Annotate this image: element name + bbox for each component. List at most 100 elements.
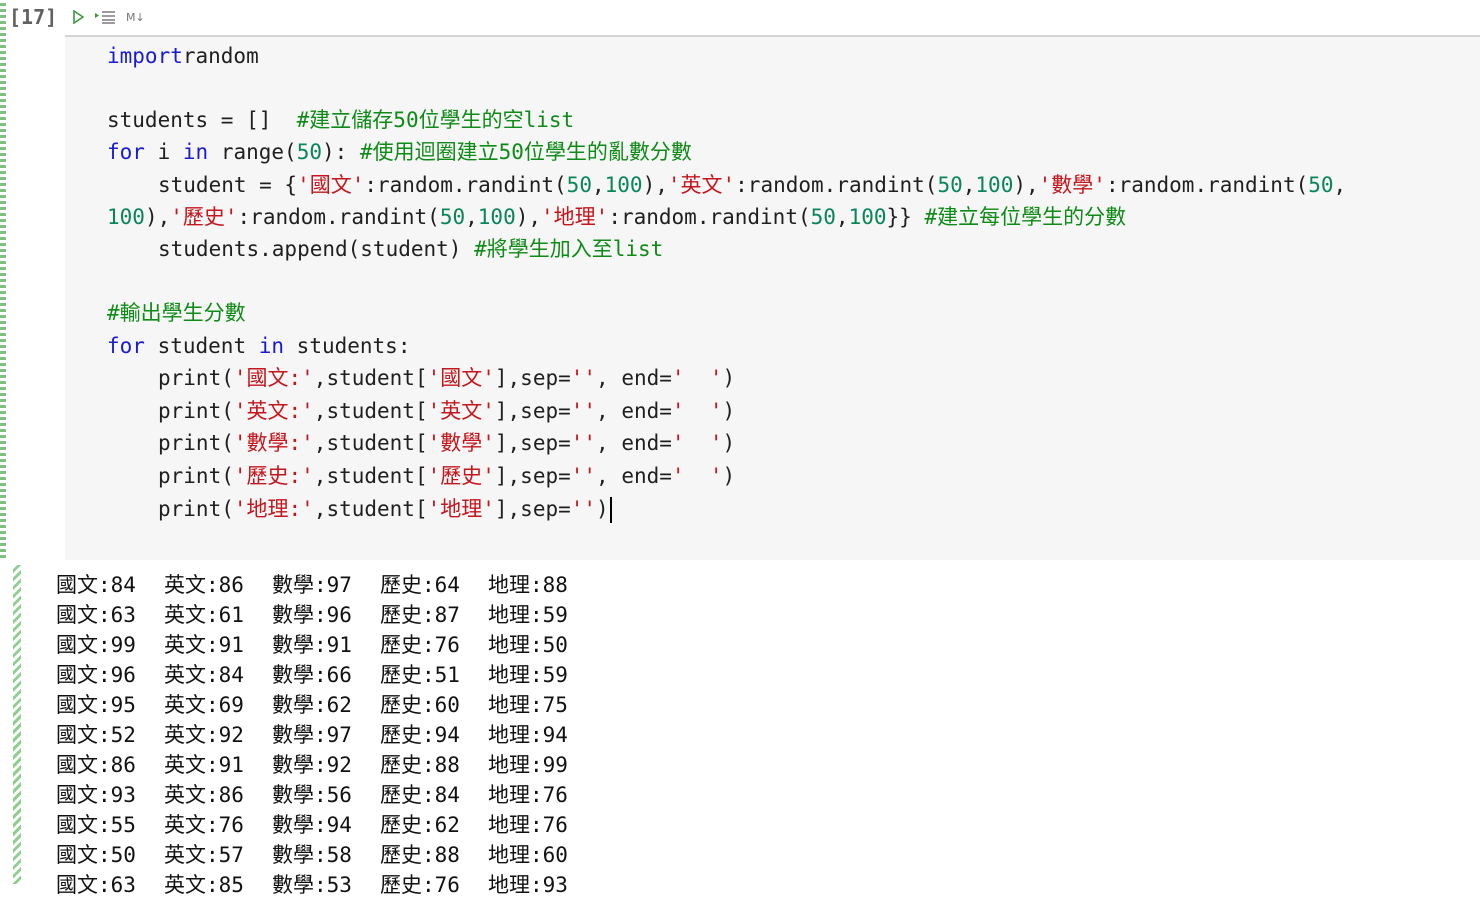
code-line: print('英文:',student['英文'],sep='', end=' … xyxy=(158,395,735,427)
code-token: ' ' xyxy=(671,366,723,390)
output-score: 英文:91 xyxy=(164,633,244,657)
code-token: '' xyxy=(570,464,597,488)
output-score: 國文:50 xyxy=(56,843,136,867)
code-token: '地理' xyxy=(427,497,495,521)
output-row: 國文:63 英文:85 數學:53 歷史:76 地理:93 xyxy=(56,870,596,900)
code-token: for xyxy=(107,334,145,358)
output-score: 歷史:76 xyxy=(380,633,460,657)
output-score: 地理:60 xyxy=(488,843,568,867)
output-score: 歷史:87 xyxy=(380,603,460,627)
code-token: #將學生加入至list xyxy=(474,237,664,261)
code-line: importrandom xyxy=(107,40,259,72)
code-token: ): xyxy=(321,140,360,164)
output-score: 地理:88 xyxy=(488,573,568,597)
cell-output: 國文:84 英文:86 數學:97 歷史:64 地理:88 國文:63 英文:61 數學:96… xyxy=(56,570,596,900)
code-token: ],sep= xyxy=(494,399,571,423)
code-token: 100 xyxy=(107,205,145,229)
output-score: 國文:95 xyxy=(56,693,136,717)
code-token: ), xyxy=(144,205,171,229)
code-token: :random.randint( xyxy=(237,205,440,229)
output-row: 國文:63 英文:61 數學:96 歷史:87 地理:59 xyxy=(56,600,596,630)
code-token: , end= xyxy=(596,399,672,423)
output-score: 歷史:88 xyxy=(380,753,460,777)
code-token: students: xyxy=(284,334,411,358)
code-editor[interactable]: importrandom students = [] #建立儲存50位學生的空li… xyxy=(65,37,1480,560)
code-token: ,student[ xyxy=(313,399,428,423)
markdown-toggle-button[interactable]: M↓ xyxy=(126,11,145,24)
output-score: 歷史:94 xyxy=(380,723,460,747)
output-score: 地理:50 xyxy=(488,633,568,657)
code-token: '數學:' xyxy=(233,431,314,455)
code-token: , end= xyxy=(596,464,672,488)
output-score: 歷史:76 xyxy=(380,873,460,897)
code-token: '歷史' xyxy=(170,205,238,229)
code-token: '' xyxy=(570,431,597,455)
output-row: 國文:96 英文:84 數學:66 歷史:51 地理:59 xyxy=(56,660,596,690)
code-token: students.append(student) xyxy=(158,237,475,261)
output-score: 地理:93 xyxy=(488,873,568,897)
code-token: for xyxy=(107,140,145,164)
run-below-icon[interactable] xyxy=(94,10,116,24)
output-score: 數學:97 xyxy=(272,573,352,597)
output-score: 英文:86 xyxy=(164,573,244,597)
text-cursor xyxy=(609,497,612,523)
code-token: , xyxy=(591,173,605,197)
code-token: range( xyxy=(208,140,297,164)
cell-toolbar: M↓ xyxy=(72,10,145,24)
code-token: ,student[ xyxy=(313,464,428,488)
code-token: 100 xyxy=(975,173,1014,197)
code-token: '國文' xyxy=(297,173,365,197)
code-token: ) xyxy=(722,464,736,488)
code-line: print('國文:',student['國文'],sep='', end=' … xyxy=(158,362,735,394)
code-token: , xyxy=(835,205,849,229)
code-token: '' xyxy=(570,366,597,390)
output-score: 英文:84 xyxy=(164,663,244,687)
code-token: 100 xyxy=(848,205,887,229)
output-row: 國文:99 英文:91 數學:91 歷史:76 地理:50 xyxy=(56,630,596,660)
code-token: ,student[ xyxy=(313,366,428,390)
code-token: , xyxy=(465,205,478,229)
code-token: 50 xyxy=(1308,173,1334,197)
code-token: '國文' xyxy=(427,366,495,390)
code-token: '歷史:' xyxy=(233,464,314,488)
output-score: 數學:53 xyxy=(272,873,352,897)
code-token: ' ' xyxy=(671,399,723,423)
code-token: print( xyxy=(158,497,234,521)
output-row: 國文:95 英文:69 數學:62 歷史:60 地理:75 xyxy=(56,690,596,720)
output-score: 英文:85 xyxy=(164,873,244,897)
code-line: print('數學:',student['數學'],sep='', end=' … xyxy=(158,427,735,459)
output-score: 歷史:88 xyxy=(380,843,460,867)
code-line: print('歷史:',student['歷史'],sep='', end=' … xyxy=(158,460,735,492)
code-token: '英文' xyxy=(427,399,495,423)
code-line: student = {'國文':random.randint(50,100),'… xyxy=(158,169,1346,201)
code-token: 100 xyxy=(604,173,643,197)
code-token: ,student[ xyxy=(313,431,428,455)
code-token: :random.randint( xyxy=(364,173,567,197)
code-token: ) xyxy=(596,497,609,521)
output-score: 英文:91 xyxy=(164,753,244,777)
code-token: '' xyxy=(570,497,597,521)
output-score: 地理:94 xyxy=(488,723,568,747)
output-row: 國文:86 英文:91 數學:92 歷史:88 地理:99 xyxy=(56,750,596,780)
code-token: '地理' xyxy=(541,205,609,229)
output-score: 歷史:62 xyxy=(380,813,460,837)
output-score: 數學:56 xyxy=(272,783,352,807)
code-token: ), xyxy=(1013,173,1039,197)
code-token: , end= xyxy=(596,366,672,390)
code-token: in xyxy=(258,334,285,358)
output-score: 國文:84 xyxy=(56,573,136,597)
code-token: #建立儲存50位學生的空list xyxy=(296,108,575,132)
code-token: ) xyxy=(722,399,736,423)
code-token: '數學' xyxy=(1038,173,1106,197)
output-score: 英文:57 xyxy=(164,843,244,867)
run-cell-icon[interactable] xyxy=(72,10,84,24)
code-token: '英文' xyxy=(667,173,736,197)
output-score: 歷史:64 xyxy=(380,573,460,597)
cell-selection-gutter xyxy=(0,0,6,560)
code-token: '英文:' xyxy=(233,399,314,423)
output-score: 國文:63 xyxy=(56,603,136,627)
output-collapse-gutter[interactable] xyxy=(13,565,21,884)
code-token: random xyxy=(182,44,259,68)
output-score: 數學:66 xyxy=(272,663,352,687)
output-score: 歷史:51 xyxy=(380,663,460,687)
